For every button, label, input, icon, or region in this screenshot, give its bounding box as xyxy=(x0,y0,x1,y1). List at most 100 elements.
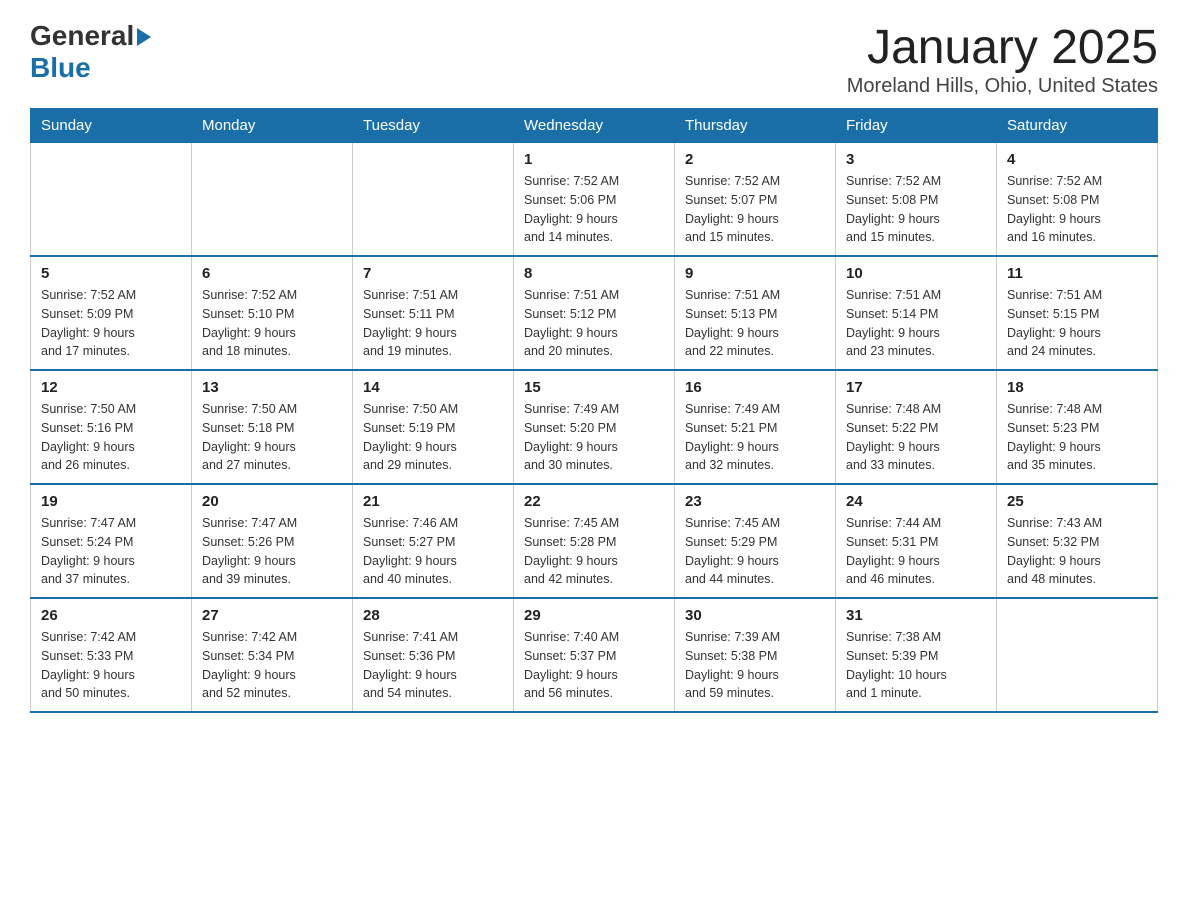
calendar-cell xyxy=(192,143,353,257)
day-number: 2 xyxy=(685,151,825,168)
calendar-cell: 25 Sunrise: 7:43 AM Sunset: 5:32 PM Dayli… xyxy=(997,484,1158,598)
calendar-cell: 18 Sunrise: 7:48 AM Sunset: 5:23 PM Dayli… xyxy=(997,370,1158,484)
day-number: 9 xyxy=(685,265,825,282)
day-number: 12 xyxy=(41,379,181,396)
page-header: General Blue January 2025 Moreland Hills… xyxy=(30,20,1158,98)
calendar-cell: 1 Sunrise: 7:52 AM Sunset: 5:06 PM Daylig… xyxy=(514,143,675,257)
day-info: Sunrise: 7:51 AM Sunset: 5:15 PM Dayligh… xyxy=(1007,286,1147,361)
day-info: Sunrise: 7:47 AM Sunset: 5:24 PM Dayligh… xyxy=(41,514,181,589)
title-block: January 2025 Moreland Hills, Ohio, Unite… xyxy=(847,20,1158,98)
day-number: 31 xyxy=(846,607,986,624)
calendar-cell: 13 Sunrise: 7:50 AM Sunset: 5:18 PM Dayli… xyxy=(192,370,353,484)
day-info: Sunrise: 7:52 AM Sunset: 5:09 PM Dayligh… xyxy=(41,286,181,361)
day-info: Sunrise: 7:46 AM Sunset: 5:27 PM Dayligh… xyxy=(363,514,503,589)
calendar-cell: 20 Sunrise: 7:47 AM Sunset: 5:26 PM Dayli… xyxy=(192,484,353,598)
calendar-cell: 28Sunrise: 7:41 AM Sunset: 5:36 PM Dayli… xyxy=(353,598,514,712)
calendar-cell: 12Sunrise: 7:50 AM Sunset: 5:16 PM Dayli… xyxy=(31,370,192,484)
day-info: Sunrise: 7:45 AM Sunset: 5:28 PM Dayligh… xyxy=(524,514,664,589)
day-number: 25 xyxy=(1007,493,1147,510)
logo-general: General xyxy=(30,20,134,52)
day-info: Sunrise: 7:49 AM Sunset: 5:21 PM Dayligh… xyxy=(685,400,825,475)
day-info: Sunrise: 7:38 AM Sunset: 5:39 PM Dayligh… xyxy=(846,628,986,703)
day-number: 21 xyxy=(363,493,503,510)
day-number: 23 xyxy=(685,493,825,510)
logo-triangle-icon xyxy=(137,28,151,46)
logo-blue: Blue xyxy=(30,52,91,84)
week-row-3: 12Sunrise: 7:50 AM Sunset: 5:16 PM Dayli… xyxy=(31,370,1158,484)
calendar-cell: 30 Sunrise: 7:39 AM Sunset: 5:38 PM Dayli… xyxy=(675,598,836,712)
day-number: 20 xyxy=(202,493,342,510)
calendar-cell: 22 Sunrise: 7:45 AM Sunset: 5:28 PM Dayli… xyxy=(514,484,675,598)
day-info: Sunrise: 7:39 AM Sunset: 5:38 PM Dayligh… xyxy=(685,628,825,703)
day-number: 1 xyxy=(524,151,664,168)
calendar-cell: 9 Sunrise: 7:51 AM Sunset: 5:13 PM Daylig… xyxy=(675,256,836,370)
calendar-cell: 15 Sunrise: 7:49 AM Sunset: 5:20 PM Dayli… xyxy=(514,370,675,484)
calendar-cell: 6 Sunrise: 7:52 AM Sunset: 5:10 PM Daylig… xyxy=(192,256,353,370)
header-day-saturday: Saturday xyxy=(997,109,1158,143)
day-info: Sunrise: 7:42 AM Sunset: 5:33 PM Dayligh… xyxy=(41,628,181,703)
day-number: 27 xyxy=(202,607,342,624)
header-row: SundayMondayTuesdayWednesdayThursdayFrid… xyxy=(31,109,1158,143)
day-info: Sunrise: 7:51 AM Sunset: 5:13 PM Dayligh… xyxy=(685,286,825,361)
calendar-cell: 7Sunrise: 7:51 AM Sunset: 5:11 PM Daylig… xyxy=(353,256,514,370)
day-info: Sunrise: 7:48 AM Sunset: 5:22 PM Dayligh… xyxy=(846,400,986,475)
header-day-sunday: Sunday xyxy=(31,109,192,143)
day-info: Sunrise: 7:52 AM Sunset: 5:10 PM Dayligh… xyxy=(202,286,342,361)
day-number: 17 xyxy=(846,379,986,396)
day-number: 6 xyxy=(202,265,342,282)
day-info: Sunrise: 7:40 AM Sunset: 5:37 PM Dayligh… xyxy=(524,628,664,703)
day-number: 19 xyxy=(41,493,181,510)
calendar-cell: 5Sunrise: 7:52 AM Sunset: 5:09 PM Daylig… xyxy=(31,256,192,370)
day-info: Sunrise: 7:47 AM Sunset: 5:26 PM Dayligh… xyxy=(202,514,342,589)
header-day-monday: Monday xyxy=(192,109,353,143)
day-number: 11 xyxy=(1007,265,1147,282)
calendar-cell: 27 Sunrise: 7:42 AM Sunset: 5:34 PM Dayli… xyxy=(192,598,353,712)
day-number: 29 xyxy=(524,607,664,624)
calendar-title: January 2025 xyxy=(847,20,1158,75)
day-number: 13 xyxy=(202,379,342,396)
day-number: 22 xyxy=(524,493,664,510)
calendar-cell: 11 Sunrise: 7:51 AM Sunset: 5:15 PM Dayli… xyxy=(997,256,1158,370)
day-number: 16 xyxy=(685,379,825,396)
day-info: Sunrise: 7:52 AM Sunset: 5:06 PM Dayligh… xyxy=(524,172,664,247)
calendar-cell: 3Sunrise: 7:52 AM Sunset: 5:08 PM Daylig… xyxy=(836,143,997,257)
day-info: Sunrise: 7:52 AM Sunset: 5:08 PM Dayligh… xyxy=(1007,172,1147,247)
calendar-cell: 31 Sunrise: 7:38 AM Sunset: 5:39 PM Dayli… xyxy=(836,598,997,712)
week-row-5: 26Sunrise: 7:42 AM Sunset: 5:33 PM Dayli… xyxy=(31,598,1158,712)
calendar-cell: 14Sunrise: 7:50 AM Sunset: 5:19 PM Dayli… xyxy=(353,370,514,484)
header-day-thursday: Thursday xyxy=(675,109,836,143)
week-row-2: 5Sunrise: 7:52 AM Sunset: 5:09 PM Daylig… xyxy=(31,256,1158,370)
day-info: Sunrise: 7:44 AM Sunset: 5:31 PM Dayligh… xyxy=(846,514,986,589)
day-number: 28 xyxy=(363,607,503,624)
day-number: 15 xyxy=(524,379,664,396)
day-number: 7 xyxy=(363,265,503,282)
week-row-4: 19 Sunrise: 7:47 AM Sunset: 5:24 PM Dayli… xyxy=(31,484,1158,598)
day-number: 10 xyxy=(846,265,986,282)
day-info: Sunrise: 7:49 AM Sunset: 5:20 PM Dayligh… xyxy=(524,400,664,475)
day-number: 24 xyxy=(846,493,986,510)
day-info: Sunrise: 7:51 AM Sunset: 5:14 PM Dayligh… xyxy=(846,286,986,361)
day-info: Sunrise: 7:52 AM Sunset: 5:07 PM Dayligh… xyxy=(685,172,825,247)
day-info: Sunrise: 7:48 AM Sunset: 5:23 PM Dayligh… xyxy=(1007,400,1147,475)
calendar-cell: 4 Sunrise: 7:52 AM Sunset: 5:08 PM Daylig… xyxy=(997,143,1158,257)
week-row-1: 1 Sunrise: 7:52 AM Sunset: 5:06 PM Daylig… xyxy=(31,143,1158,257)
calendar-cell: 29 Sunrise: 7:40 AM Sunset: 5:37 PM Dayli… xyxy=(514,598,675,712)
logo: General Blue xyxy=(30,20,151,84)
day-info: Sunrise: 7:51 AM Sunset: 5:12 PM Dayligh… xyxy=(524,286,664,361)
calendar-cell: 19 Sunrise: 7:47 AM Sunset: 5:24 PM Dayli… xyxy=(31,484,192,598)
day-number: 30 xyxy=(685,607,825,624)
calendar-table: SundayMondayTuesdayWednesdayThursdayFrid… xyxy=(30,108,1158,713)
day-info: Sunrise: 7:50 AM Sunset: 5:18 PM Dayligh… xyxy=(202,400,342,475)
day-number: 4 xyxy=(1007,151,1147,168)
day-info: Sunrise: 7:43 AM Sunset: 5:32 PM Dayligh… xyxy=(1007,514,1147,589)
calendar-cell: 8 Sunrise: 7:51 AM Sunset: 5:12 PM Daylig… xyxy=(514,256,675,370)
day-info: Sunrise: 7:45 AM Sunset: 5:29 PM Dayligh… xyxy=(685,514,825,589)
day-info: Sunrise: 7:42 AM Sunset: 5:34 PM Dayligh… xyxy=(202,628,342,703)
day-info: Sunrise: 7:52 AM Sunset: 5:08 PM Dayligh… xyxy=(846,172,986,247)
day-number: 14 xyxy=(363,379,503,396)
day-number: 18 xyxy=(1007,379,1147,396)
calendar-cell xyxy=(31,143,192,257)
header-day-wednesday: Wednesday xyxy=(514,109,675,143)
calendar-body: 1 Sunrise: 7:52 AM Sunset: 5:06 PM Daylig… xyxy=(31,143,1158,713)
day-number: 8 xyxy=(524,265,664,282)
